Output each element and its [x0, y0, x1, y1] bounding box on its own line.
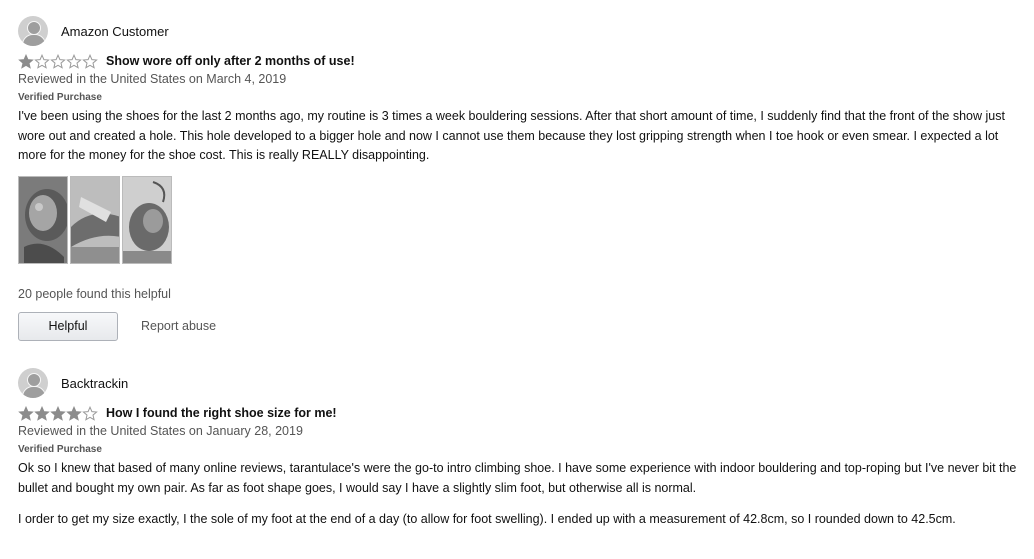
review-title-row: Show wore off only after 2 months of use… [18, 53, 1018, 69]
review-image-thumbnail[interactable] [18, 175, 68, 264]
star-empty-icon [34, 53, 50, 69]
review-date: Reviewed in the United States on January… [18, 424, 303, 438]
star-filled-icon [66, 405, 82, 421]
star-filled-icon [34, 405, 50, 421]
review-title[interactable]: How I found the right shoe size for me! [106, 406, 337, 420]
review-images [18, 175, 1018, 264]
review-card: Amazon Customer Show wore off only after… [18, 16, 1018, 341]
reviews-page: Amazon Customer Show wore off only after… [0, 0, 1034, 559]
reviewer-profile[interactable]: Amazon Customer [18, 16, 1018, 46]
star-rating[interactable] [18, 53, 98, 69]
helpful-count: 20 people found this helpful [18, 286, 171, 301]
review-actions: Helpful Report abuse [18, 311, 1018, 341]
review-body: Ok so I knew that based of many online r… [18, 459, 1018, 530]
review-paragraph: I've been using the shoes for the last 2… [18, 109, 1005, 162]
star-rating[interactable] [18, 405, 98, 421]
star-filled-icon [18, 405, 34, 421]
avatar-icon [18, 16, 48, 46]
reviewer-name[interactable]: Backtrackin [61, 376, 128, 391]
verified-purchase-badge[interactable]: Verified Purchase [18, 443, 1018, 456]
star-empty-icon [82, 53, 98, 69]
reviewer-name[interactable]: Amazon Customer [61, 24, 169, 39]
star-empty-icon [82, 405, 98, 421]
star-filled-icon [18, 53, 34, 69]
star-empty-icon [50, 53, 66, 69]
review-image-thumbnail[interactable] [70, 175, 120, 264]
review-image-thumbnail[interactable] [122, 175, 172, 264]
review-card: Backtrackin How I found the right shoe s… [18, 368, 1018, 542]
report-abuse-link[interactable]: Report abuse [141, 319, 216, 333]
review-paragraph: Ok so I knew that based of many online r… [18, 461, 1017, 495]
avatar-icon [18, 368, 48, 398]
review-date: Reviewed in the United States on March 4… [18, 72, 287, 86]
reviewer-profile[interactable]: Backtrackin [18, 368, 1018, 398]
verified-purchase-badge[interactable]: Verified Purchase [18, 91, 1018, 104]
review-title[interactable]: Show wore off only after 2 months of use… [106, 54, 355, 68]
star-empty-icon [66, 53, 82, 69]
review-body: I've been using the shoes for the last 2… [18, 107, 1018, 166]
review-title-row: How I found the right shoe size for me! [18, 405, 1018, 421]
star-filled-icon [50, 405, 66, 421]
review-paragraph: I order to get my size exactly, I the so… [18, 512, 956, 526]
helpful-button[interactable]: Helpful [18, 311, 118, 341]
